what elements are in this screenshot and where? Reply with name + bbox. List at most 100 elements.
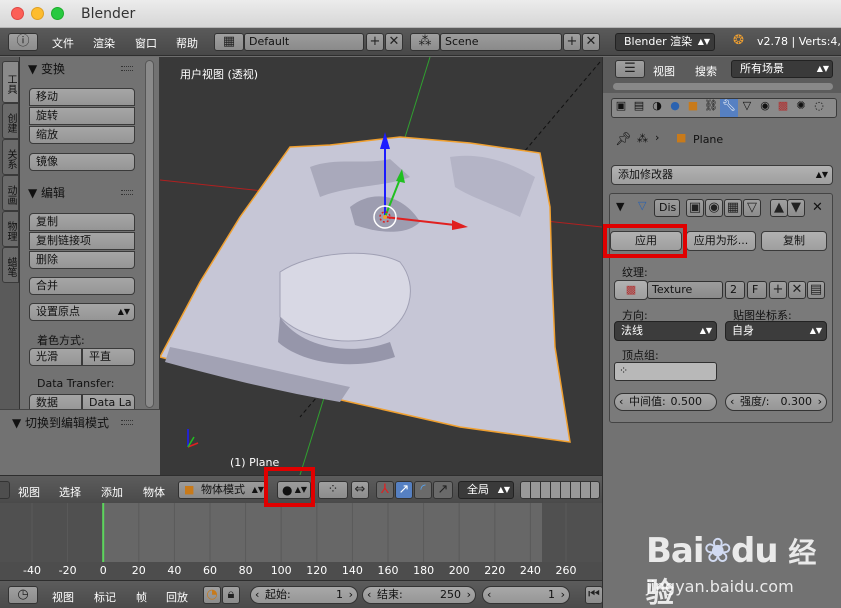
tab-grease-pencil[interactable]: 蜡笔: [2, 247, 19, 283]
edit-panel-header[interactable]: ▼ 编辑: [28, 184, 65, 201]
start-frame-field[interactable]: ‹ 起始: 1 ›: [250, 586, 358, 604]
modifiers-tab-icon[interactable]: 🔧︎: [720, 99, 738, 117]
timeline-area[interactable]: [0, 503, 602, 562]
object-tab-icon[interactable]: ■: [684, 99, 702, 117]
add-modifier-dropdown[interactable]: 添加修改器 ▲▼: [611, 165, 833, 185]
constraints-tab-icon[interactable]: ⛓: [702, 99, 720, 117]
render-tab-icon[interactable]: ▣: [612, 99, 630, 117]
apply-as-shape-button[interactable]: 应用为形...: [686, 231, 756, 251]
set-origin-dropdown[interactable]: 设置原点 ▲▼: [29, 303, 135, 321]
close-window-button[interactable]: [11, 7, 24, 20]
outliner-menu-view[interactable]: 视图: [653, 63, 675, 79]
world-tab-icon[interactable]: ●: [666, 99, 684, 117]
scene-selector[interactable]: ⁂: [410, 33, 440, 51]
physics-tab-icon[interactable]: ◌: [810, 99, 828, 117]
zoom-window-button[interactable]: [51, 7, 64, 20]
tab-relations[interactable]: 关系: [2, 139, 19, 175]
tab-animation[interactable]: 动画: [2, 175, 19, 211]
translate-manipulator-button[interactable]: ⅄: [376, 481, 394, 499]
toggle-edit-header[interactable]: ▼ 切换到编辑模式: [12, 414, 109, 431]
layout-selector[interactable]: ▦: [214, 33, 244, 51]
lock-range-button[interactable]: 🔒︎: [222, 586, 240, 604]
editor-type-button[interactable]: ⓘ: [8, 33, 38, 51]
texture-coords-dropdown[interactable]: 自身 ▲▼: [725, 321, 827, 341]
add-scene-button[interactable]: +: [563, 33, 581, 51]
show-editmode-toggle[interactable]: ▦: [724, 199, 742, 217]
move-modifier-down-button[interactable]: ▼: [787, 199, 805, 217]
layout-name-field[interactable]: Default: [244, 33, 364, 51]
delete-button[interactable]: 删除: [29, 251, 135, 269]
copy-modifier-button[interactable]: 复制: [761, 231, 827, 251]
tab-create[interactable]: 创建: [2, 103, 19, 139]
particles-tab-icon[interactable]: ✺: [792, 99, 810, 117]
pin-icon[interactable]: 📌︎: [615, 132, 632, 147]
texture-users-count[interactable]: 2: [725, 281, 745, 299]
shade-flat-button[interactable]: 平直: [82, 348, 135, 366]
tab-physics[interactable]: 物理: [2, 211, 19, 247]
scene-name-field[interactable]: Scene: [440, 33, 562, 51]
show-cage-toggle[interactable]: ▽: [743, 199, 761, 217]
menu-add[interactable]: 添加: [101, 484, 123, 500]
menu-window[interactable]: 窗口: [135, 35, 157, 51]
preview-range-button[interactable]: ◔: [203, 586, 221, 604]
texture-browse-button[interactable]: ▩: [614, 280, 648, 300]
menu-object[interactable]: 物体: [143, 484, 165, 500]
timeline-menu-marker[interactable]: 标记: [94, 589, 116, 605]
panel-grip-icon[interactable]: [121, 190, 133, 195]
end-frame-field[interactable]: ‹ 结束: 250 ›: [362, 586, 476, 604]
outliner-filter-dropdown[interactable]: 所有场景 ▲▼: [731, 60, 833, 78]
layer-buttons[interactable]: [520, 481, 600, 499]
orientation-icon-button[interactable]: ↗: [433, 481, 453, 499]
menu-select[interactable]: 选择: [59, 484, 81, 500]
menu-file[interactable]: 文件: [52, 35, 74, 51]
direction-dropdown[interactable]: 法线 ▲▼: [614, 321, 717, 341]
timeline-ruler[interactable]: -40 -20 0 20 40 60 80 100 120 140 160 180 200 220 240 2…: [0, 562, 602, 580]
timeline-menu-frame[interactable]: 帧: [136, 589, 147, 605]
material-tab-icon[interactable]: ◉: [756, 99, 774, 117]
delete-scene-button[interactable]: ✕: [582, 33, 600, 51]
3d-viewport[interactable]: 用户视图 (透视) (1) Plane: [160, 57, 602, 475]
duplicate-linked-button[interactable]: 复制链接项: [29, 232, 135, 250]
tool-shelf-scrollbar[interactable]: [145, 60, 154, 408]
rotate-manipulator-button[interactable]: ↗: [395, 481, 413, 499]
menu-render[interactable]: 渲染: [93, 35, 115, 51]
add-layout-button[interactable]: +: [366, 33, 384, 51]
outliner-editor-type[interactable]: ☰: [615, 60, 645, 78]
outliner-scrollbar[interactable]: [613, 83, 833, 90]
unlink-texture-button[interactable]: ✕: [788, 281, 806, 299]
timeline-menu-view[interactable]: 视图: [52, 589, 74, 605]
scale-button[interactable]: 缩放: [29, 126, 135, 144]
strength-field[interactable]: ‹ 强度/: 0.300 ›: [725, 393, 827, 411]
panel-grip-icon[interactable]: [121, 420, 133, 425]
show-render-toggle[interactable]: ▣: [686, 199, 704, 217]
tab-tools[interactable]: 工具: [2, 61, 19, 103]
rotate-button[interactable]: 旋转: [29, 107, 135, 125]
shade-smooth-button[interactable]: 光滑: [29, 348, 82, 366]
transform-panel-header[interactable]: ▼ 变换: [28, 60, 65, 77]
move-button[interactable]: 移动: [29, 88, 135, 106]
timeline-menu-playback[interactable]: 回放: [166, 589, 188, 605]
pivot-point-dropdown[interactable]: ⁘: [318, 481, 348, 499]
current-frame-field[interactable]: ‹ 1 ›: [482, 586, 570, 604]
panel-grip-icon[interactable]: [121, 66, 133, 71]
jump-start-button[interactable]: ⏮: [585, 586, 603, 604]
fake-user-button[interactable]: F: [747, 281, 767, 299]
mirror-button[interactable]: 镜像: [29, 153, 135, 171]
timeline-editor-type[interactable]: ◷: [8, 586, 38, 604]
header-handle[interactable]: [0, 481, 10, 499]
mode-dropdown[interactable]: ■ 物体模式 ▲▼: [178, 481, 268, 499]
duplicate-button[interactable]: 复制: [29, 213, 135, 231]
show-viewport-toggle[interactable]: ◉: [705, 199, 723, 217]
data-tab-icon[interactable]: ▽: [738, 99, 756, 117]
join-button[interactable]: 合并: [29, 277, 135, 295]
texture-name-field[interactable]: Texture: [647, 281, 723, 299]
render-engine-dropdown[interactable]: Blender 渲染 ▲▼: [615, 33, 715, 51]
menu-help[interactable]: 帮助: [176, 35, 198, 51]
layers-tab-icon[interactable]: ▤: [630, 99, 648, 117]
move-modifier-up-button[interactable]: ▲: [770, 199, 788, 217]
delete-layout-button[interactable]: ✕: [385, 33, 403, 51]
texture-tab-icon[interactable]: ▩: [774, 99, 792, 117]
manipulator-toggle[interactable]: ⇔: [351, 481, 369, 499]
minimize-window-button[interactable]: [31, 7, 44, 20]
scene-tab-icon[interactable]: ◑: [648, 99, 666, 117]
